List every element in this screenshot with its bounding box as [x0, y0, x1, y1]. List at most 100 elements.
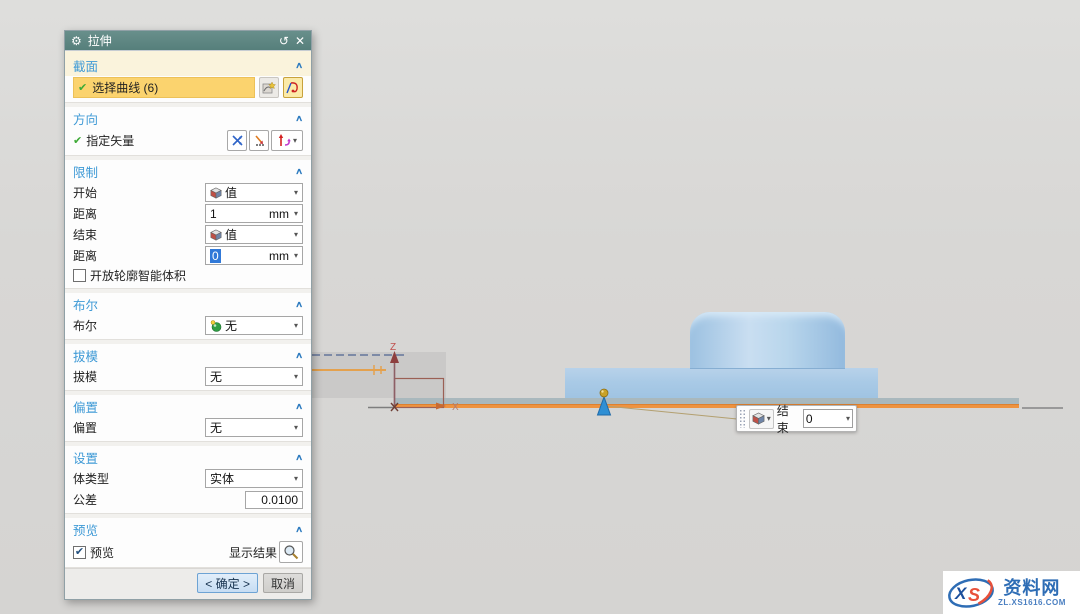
- group-header-section[interactable]: 截面 ∧: [65, 54, 311, 76]
- group-header-preview[interactable]: 预览 ∧: [65, 518, 311, 540]
- preview-checkbox[interactable]: ✔: [73, 546, 86, 559]
- open-profile-checkbox[interactable]: [73, 269, 86, 282]
- preview-label: 预览: [90, 544, 114, 561]
- preview-row: ✔ 预览 显示结果: [65, 540, 311, 564]
- curve-rule-icon[interactable]: [259, 77, 279, 98]
- reset-icon[interactable]: ↺: [279, 34, 289, 48]
- vector-zaxis-dropdown[interactable]: ▾: [271, 130, 303, 151]
- tolerance-label: 公差: [73, 491, 97, 508]
- group-header-offset[interactable]: 偏置 ∧: [65, 395, 311, 417]
- watermark-site-url: ZL.XS1616.COM: [998, 599, 1066, 607]
- ok-button[interactable]: < 确定 >: [197, 573, 258, 593]
- solid-cylinder-boss[interactable]: [690, 312, 845, 369]
- group-header-boolean[interactable]: 布尔 ∧: [65, 293, 311, 315]
- group-header-settings[interactable]: 设置 ∧: [65, 446, 311, 468]
- group-settings: 设置 ∧ 体类型 实体 ▾ 公差 0.0100: [65, 446, 311, 514]
- cancel-button[interactable]: 取消: [263, 573, 303, 593]
- dialog-titlebar[interactable]: ⚙ 拉伸 ↺ ✕: [65, 31, 311, 50]
- group-header-draft[interactable]: 拔模 ∧: [65, 344, 311, 366]
- boolean-dropdown[interactable]: 无 ▾: [205, 316, 303, 335]
- group-draft: 拔模 ∧ 拔模 无 ▾: [65, 344, 311, 391]
- collapse-chevron-icon[interactable]: ∧: [295, 300, 303, 310]
- collapse-chevron-icon[interactable]: ∧: [295, 351, 303, 361]
- logo-letter-x: X: [954, 584, 968, 603]
- group-header-limits[interactable]: 限制 ∧: [65, 160, 311, 182]
- dropdown-arrow-icon: ▾: [293, 137, 297, 145]
- start-distance-label: 距离: [73, 205, 97, 222]
- draft-value: 无: [210, 368, 291, 385]
- specify-vector-row: ✔ 指定矢量: [65, 129, 311, 152]
- group-label: 限制: [73, 162, 98, 181]
- gear-icon: ⚙: [71, 34, 82, 48]
- section-sketch-glyph: [285, 80, 301, 96]
- start-distance-input[interactable]: 1 mm ▾: [205, 204, 303, 223]
- end-distance-input[interactable]: 0 ▾: [803, 409, 853, 428]
- collapse-chevron-icon[interactable]: ∧: [295, 61, 303, 71]
- value-cube-icon: [752, 412, 765, 425]
- collapse-chevron-icon[interactable]: ∧: [295, 114, 303, 124]
- start-distance-unit: mm: [269, 207, 289, 221]
- group-header-direction[interactable]: 方向 ∧: [65, 107, 311, 129]
- start-row: 开始 值 ▾: [65, 182, 311, 203]
- start-distance-value: 1: [210, 207, 266, 221]
- end-mode-dropdown-dialog[interactable]: 值 ▾: [205, 225, 303, 244]
- group-label: 偏置: [73, 397, 98, 416]
- drag-handle-sphere[interactable]: [600, 389, 608, 397]
- vector-inferred-icon[interactable]: [227, 130, 247, 151]
- up-arrow-swirl-glyph: [277, 133, 293, 148]
- section-sketch-icon[interactable]: [283, 77, 303, 98]
- vector-point-icon[interactable]: [249, 130, 269, 151]
- end-distance-row: 距离 0 mm ▾: [65, 245, 311, 266]
- offset-dropdown[interactable]: 无 ▾: [205, 418, 303, 437]
- select-curve-field[interactable]: ✔ 选择曲线 (6): [73, 77, 255, 98]
- highlighted-section-curve[interactable]: [395, 404, 1019, 408]
- dropdown-arrow-icon: ▾: [294, 322, 298, 330]
- tolerance-value: 0.0100: [261, 493, 298, 507]
- logo-letter-s: S: [968, 585, 980, 605]
- dialog-title: 拉伸: [88, 32, 273, 49]
- solid-base-slab[interactable]: [565, 368, 878, 399]
- specify-vector-label: 指定矢量: [86, 132, 134, 149]
- start-mode-value: 值: [225, 184, 291, 201]
- watermark-site-name: 资料网: [1003, 579, 1060, 597]
- check-icon: ✔: [75, 547, 84, 558]
- collapse-chevron-icon[interactable]: ∧: [295, 525, 303, 535]
- group-direction: 方向 ∧ ✔ 指定矢量: [65, 107, 311, 156]
- start-distance-row: 距离 1 mm ▾: [65, 203, 311, 224]
- dropdown-arrow-icon: ▾: [294, 189, 298, 197]
- crossed-arrows-glyph: [231, 134, 244, 147]
- offset-value: 无: [210, 419, 291, 436]
- collapse-chevron-icon[interactable]: ∧: [295, 453, 303, 463]
- open-profile-row: 开放轮廓智能体积: [65, 266, 311, 285]
- end-distance-value-selected: 0: [210, 249, 221, 263]
- body-type-dropdown[interactable]: 实体 ▾: [205, 469, 303, 488]
- group-offset: 偏置 ∧ 偏置 无 ▾: [65, 395, 311, 442]
- group-label: 布尔: [73, 295, 98, 314]
- start-mode-dropdown[interactable]: 值 ▾: [205, 183, 303, 202]
- offset-label: 偏置: [73, 419, 97, 436]
- end-label: 结束: [73, 226, 97, 243]
- group-boolean: 布尔 ∧ 布尔 无 ▾: [65, 293, 311, 340]
- dropdown-arrow-icon: ▾: [294, 210, 298, 218]
- collapse-chevron-icon[interactable]: ∧: [295, 167, 303, 177]
- end-mode-dropdown[interactable]: ▾: [749, 409, 774, 429]
- close-icon[interactable]: ✕: [295, 34, 305, 48]
- check-icon: ✔: [78, 81, 87, 94]
- boolean-value: 无: [225, 317, 291, 334]
- extrude-dialog: ⚙ 拉伸 ↺ ✕ 截面 ∧ ✔ 选择曲线 (6): [64, 30, 312, 600]
- toolbar-drag-handle[interactable]: [739, 409, 746, 428]
- group-label: 方向: [73, 109, 98, 128]
- group-section: 截面 ∧ ✔ 选择曲线 (6): [65, 54, 311, 103]
- collapse-chevron-icon[interactable]: ∧: [295, 402, 303, 412]
- show-result-button[interactable]: [279, 541, 303, 563]
- group-label: 截面: [73, 56, 98, 75]
- tolerance-input[interactable]: 0.0100: [245, 491, 303, 509]
- end-distance-input-dialog[interactable]: 0 mm ▾: [205, 246, 303, 265]
- check-icon: ✔: [73, 134, 82, 147]
- draft-dropdown[interactable]: 无 ▾: [205, 367, 303, 386]
- onscreen-end-distance-toolbar[interactable]: ▾ 结束 0 ▾: [736, 405, 857, 432]
- dialog-footer: < 确定 > 取消: [65, 568, 311, 599]
- body-type-value: 实体: [210, 470, 291, 487]
- select-curve-row: ✔ 选择曲线 (6): [65, 76, 311, 99]
- datum-plane[interactable]: [312, 352, 446, 398]
